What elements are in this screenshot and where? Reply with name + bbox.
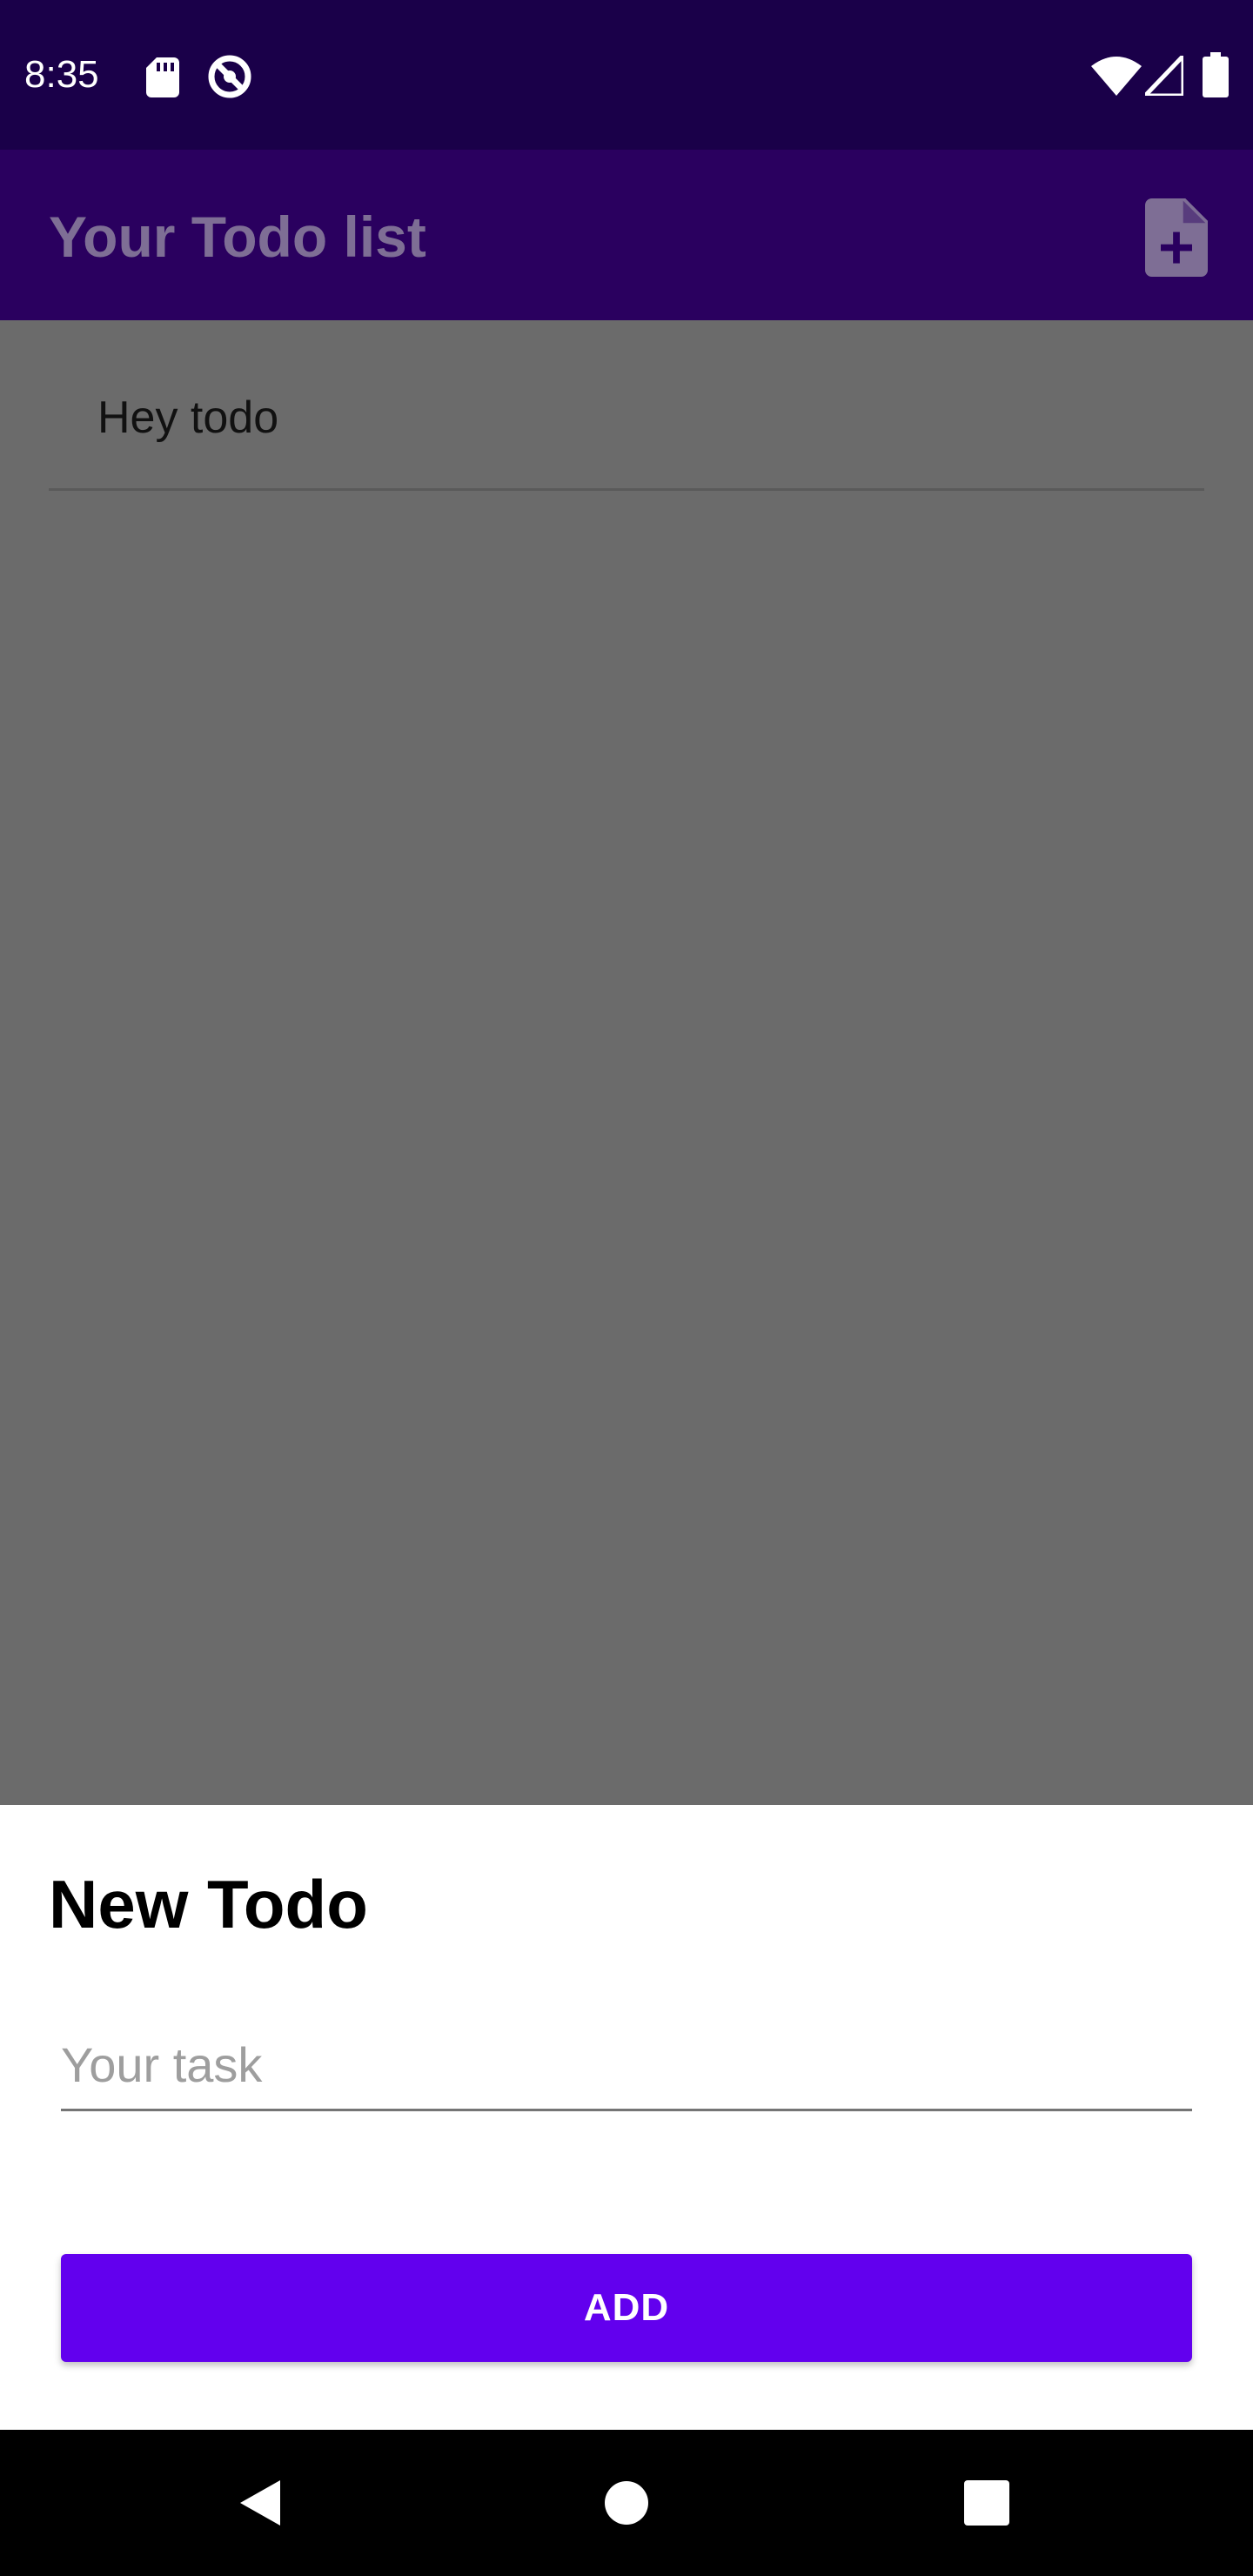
screen: 8:35 Your Todo list Hey todo New Todo Yo…: [0, 0, 1253, 2576]
list-item[interactable]: Hey todo: [49, 320, 1204, 491]
wifi-icon: [1091, 57, 1142, 96]
signal-icon: [1145, 56, 1183, 96]
do-not-disturb-icon: [208, 55, 251, 98]
back-icon[interactable]: [235, 2477, 287, 2529]
sd-card-icon: [146, 57, 179, 97]
todo-list: [0, 320, 1253, 1805]
battery-icon: [1203, 52, 1229, 97]
list-item-label: Hey todo: [97, 392, 279, 443]
status-time: 8:35: [24, 53, 99, 96]
app-title: Your Todo list: [49, 205, 426, 269]
note-add-icon[interactable]: [1140, 198, 1213, 277]
sheet-title: New Todo: [49, 1866, 368, 1942]
add-button[interactable]: ADD: [61, 2254, 1192, 2362]
task-input[interactable]: [61, 2028, 1192, 2111]
home-icon[interactable]: [604, 2480, 649, 2526]
recents-icon[interactable]: [964, 2480, 1009, 2526]
status-bar: [0, 0, 1253, 150]
